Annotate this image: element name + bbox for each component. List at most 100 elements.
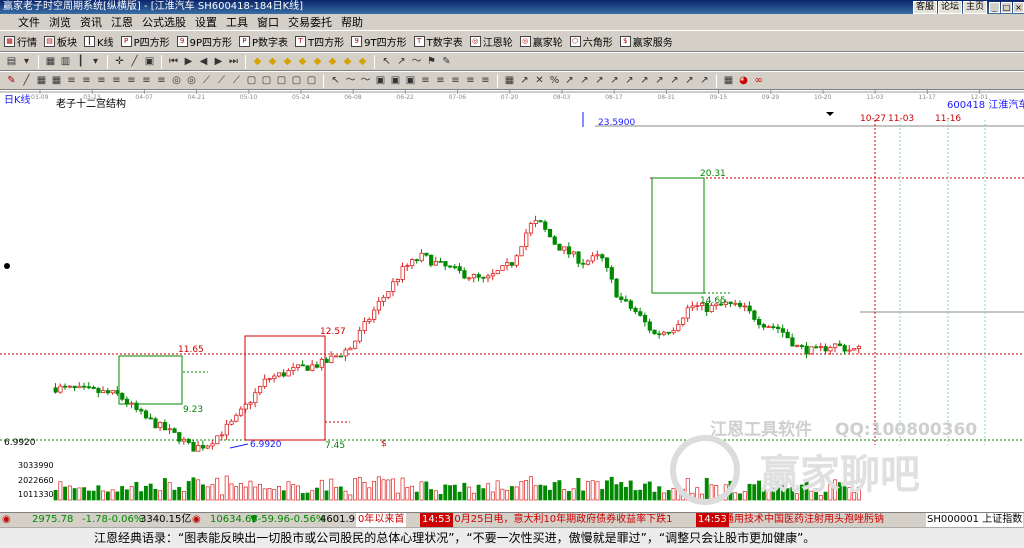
percent-icon[interactable]: % xyxy=(549,75,560,86)
prev-icon[interactable]: ◀ xyxy=(198,56,209,67)
fib-icon[interactable]: ≡ xyxy=(420,75,431,86)
grid-icon[interactable]: ▦ xyxy=(45,56,56,67)
circle-icon[interactable]: ◎ xyxy=(171,75,182,86)
fan-icon[interactable]: ⟋ xyxy=(231,75,242,86)
dropdown-icon[interactable]: ▾ xyxy=(90,56,101,67)
trend-icon[interactable]: ↗ xyxy=(654,75,665,86)
bar-icon[interactable]: ┃ xyxy=(75,56,86,67)
news-item-2[interactable]: 10月25日电，意大利10年期政府债券收益率下跌1 xyxy=(448,513,673,527)
fib-icon[interactable]: ≡ xyxy=(126,75,137,86)
pencil-icon[interactable]: ✎ xyxy=(441,56,452,67)
box-icon[interactable]: ▣ xyxy=(405,75,416,86)
minimize-button[interactable]: _ xyxy=(989,1,1000,13)
menu-browse[interactable]: 浏览 xyxy=(49,14,71,30)
close-button[interactable]: × xyxy=(1013,1,1024,13)
diamond-icon[interactable]: ◆ xyxy=(252,56,263,67)
trend-icon[interactable]: ↗ xyxy=(579,75,590,86)
wave-icon[interactable]: 〜 xyxy=(360,75,371,86)
tool-9t-square[interactable]: 9 9T四方形 xyxy=(351,34,407,49)
sh-index[interactable]: 2975.78 xyxy=(32,513,73,527)
trend-icon[interactable]: ↗ xyxy=(609,75,620,86)
last-icon[interactable]: ⏭ xyxy=(228,56,239,67)
grid-icon[interactable]: ▦ xyxy=(51,75,62,86)
box-icon[interactable]: ▣ xyxy=(390,75,401,86)
next-icon[interactable]: ▶ xyxy=(213,56,224,67)
tool-sectors[interactable]: ▤ 板块 xyxy=(44,34,77,49)
fib-icon[interactable]: ≡ xyxy=(111,75,122,86)
tool-9p-square[interactable]: 9 9P四方形 xyxy=(176,34,232,49)
infinity-icon[interactable]: ∞ xyxy=(753,75,764,86)
wave-icon[interactable]: 〜 xyxy=(411,56,422,67)
play-icon[interactable]: ▶ xyxy=(183,56,194,67)
tool-winner-wheel[interactable]: ◎ 赢家轮 xyxy=(519,34,563,49)
fib-icon[interactable]: ≡ xyxy=(465,75,476,86)
news-item-1[interactable]: 0年以来首 xyxy=(356,513,407,527)
home-link[interactable]: 主页 xyxy=(962,0,987,14)
cursor-icon[interactable]: ↖ xyxy=(330,75,341,86)
menu-gann[interactable]: 江恩 xyxy=(111,14,133,30)
tool-quotes[interactable]: ▦ 行情 xyxy=(4,34,37,49)
tool-kline[interactable]: ┃ K线 xyxy=(84,34,114,49)
line-icon[interactable]: ╱ xyxy=(129,56,140,67)
tool-service[interactable]: $ 赢家服务 xyxy=(619,34,673,49)
box-icon[interactable]: ▢ xyxy=(306,75,317,86)
x-icon[interactable]: ✕ xyxy=(534,75,545,86)
menu-window[interactable]: 窗口 xyxy=(257,14,279,30)
diamond-icon[interactable]: ◆ xyxy=(327,56,338,67)
trend-icon[interactable]: ↗ xyxy=(624,75,635,86)
trend-icon[interactable]: ↗ xyxy=(564,75,575,86)
fib-icon[interactable]: ≡ xyxy=(96,75,107,86)
fib-icon[interactable]: ≡ xyxy=(81,75,92,86)
diamond-icon[interactable]: ◆ xyxy=(312,56,323,67)
fib-icon[interactable]: ≡ xyxy=(435,75,446,86)
box-icon[interactable]: ▢ xyxy=(291,75,302,86)
flag-icon[interactable]: ⚑ xyxy=(426,56,437,67)
grid-icon[interactable]: ▦ xyxy=(36,75,47,86)
service-link[interactable]: 客服 xyxy=(912,0,937,14)
trend-icon[interactable]: ↗ xyxy=(594,75,605,86)
box-icon[interactable]: ▢ xyxy=(246,75,257,86)
trend-icon[interactable]: ↗ xyxy=(639,75,650,86)
wave-icon[interactable]: 〜 xyxy=(345,75,356,86)
menu-tools[interactable]: 工具 xyxy=(226,14,248,30)
line-icon[interactable]: ╱ xyxy=(21,75,32,86)
cross-icon[interactable]: ✛ xyxy=(114,56,125,67)
diamond-icon[interactable]: ◆ xyxy=(282,56,293,67)
box-icon[interactable]: ▢ xyxy=(261,75,272,86)
menu-trade[interactable]: 交易委托 xyxy=(288,14,332,30)
menu-settings[interactable]: 设置 xyxy=(195,14,217,30)
kline-chart[interactable]: 03-09 03-23 04-07 04-21 05-10 05-24 06-08 06-22… xyxy=(0,90,1024,512)
tool-t-table[interactable]: T T数字表 xyxy=(413,34,463,49)
trend-icon[interactable]: ↗ xyxy=(699,75,710,86)
menu-formula[interactable]: 公式选股 xyxy=(142,14,186,30)
fib-icon[interactable]: ≡ xyxy=(156,75,167,86)
diamond-icon[interactable]: ◆ xyxy=(267,56,278,67)
forum-link[interactable]: 论坛 xyxy=(937,0,962,14)
dropdown-icon[interactable]: ▾ xyxy=(21,56,32,67)
fib-icon[interactable]: ≡ xyxy=(480,75,491,86)
fib-icon[interactable]: ≡ xyxy=(66,75,77,86)
diamond-icon[interactable]: ◆ xyxy=(342,56,353,67)
caret-down-icon[interactable] xyxy=(826,112,834,116)
table-icon[interactable]: ▦ xyxy=(504,75,515,86)
fan-icon[interactable]: ⟋ xyxy=(201,75,212,86)
tool-gann-wheel[interactable]: ◎ 江恩轮 xyxy=(469,34,513,49)
box-icon[interactable]: ▢ xyxy=(276,75,287,86)
layout-icon[interactable]: ▤ xyxy=(6,56,17,67)
maximize-button[interactable]: □ xyxy=(1001,1,1012,13)
menu-file[interactable]: 文件 xyxy=(18,14,40,30)
pie-icon[interactable]: ◕ xyxy=(738,75,749,86)
diamond-icon[interactable]: ◆ xyxy=(297,56,308,67)
table-icon[interactable]: ▦ xyxy=(723,75,734,86)
index-code[interactable]: SH000001 上证指数 xyxy=(926,513,1024,527)
menu-news[interactable]: 资讯 xyxy=(80,14,102,30)
box-icon[interactable]: ▣ xyxy=(375,75,386,86)
diamond-icon[interactable]: ◆ xyxy=(357,56,368,67)
arrow-icon[interactable]: ↖ xyxy=(381,56,392,67)
fib-icon[interactable]: ≡ xyxy=(450,75,461,86)
fib-icon[interactable]: ≡ xyxy=(141,75,152,86)
square-icon[interactable]: ▣ xyxy=(144,56,155,67)
pencil-icon[interactable]: ✎ xyxy=(6,75,17,86)
fan-icon[interactable]: ⟋ xyxy=(216,75,227,86)
tool-p-square[interactable]: P P四方形 xyxy=(120,34,170,49)
